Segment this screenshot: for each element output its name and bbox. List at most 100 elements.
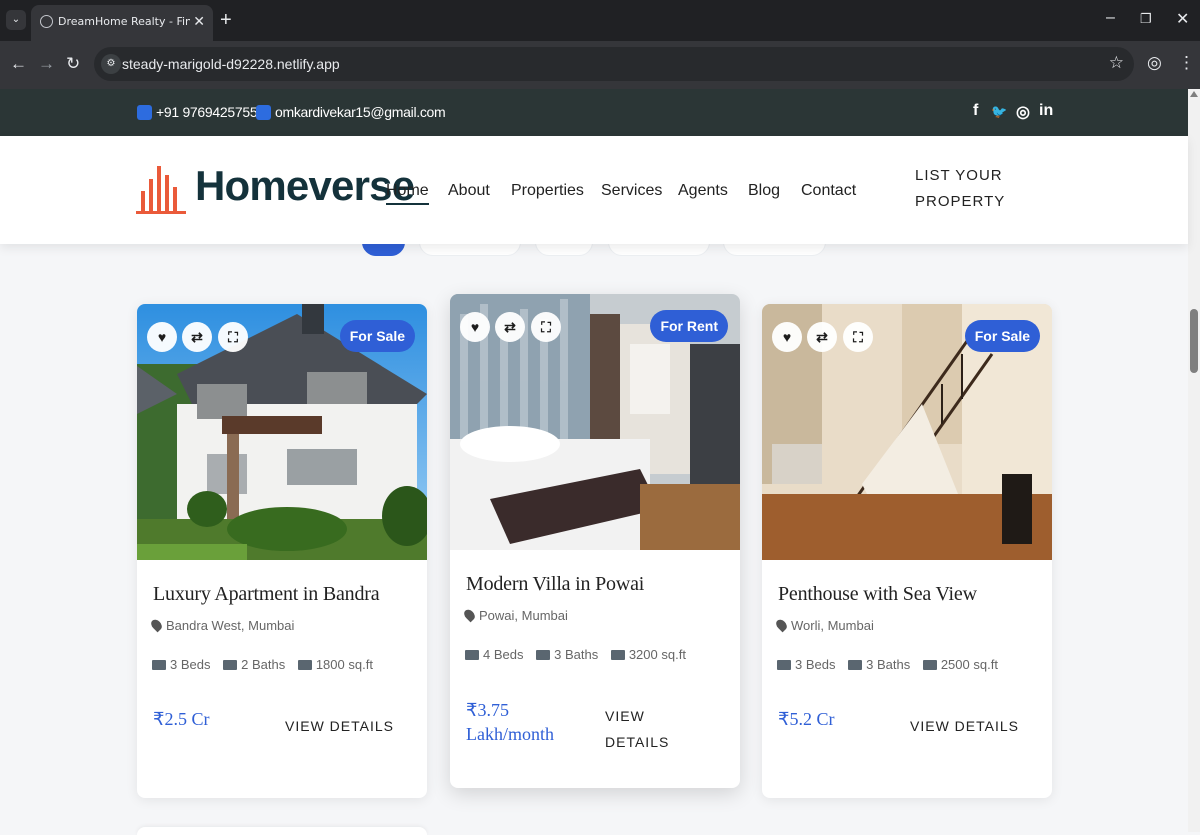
area-size: 1800 sq.ft (315, 657, 373, 672)
property-price: ₹3.75 Lakh/month (466, 698, 554, 746)
property-features: 4 Beds 3 Baths 3200 sq.ft (465, 647, 686, 662)
area-icon (297, 660, 312, 670)
tab-search-icon[interactable]: ⌄ (6, 10, 26, 30)
price-main: ₹3.75 (466, 700, 509, 720)
minimize-icon[interactable]: – (1106, 9, 1115, 27)
forward-icon[interactable]: → (38, 54, 55, 74)
expand-fullscreen-icon[interactable]: ⛶ (218, 322, 248, 352)
globe-icon (40, 15, 53, 28)
favorite-heart-icon[interactable]: ♥ (460, 312, 490, 342)
area-size: 3200 sq.ft (628, 647, 686, 662)
property-card[interactable]: ♥ ⇄ ⛶ For Sale Luxury Apartment in Bandr… (137, 304, 427, 798)
compare-arrows-icon[interactable]: ⇄ (182, 322, 212, 352)
property-features: 3 Beds 3 Baths 2500 sq.ft (777, 657, 998, 672)
nav-services[interactable]: Services (601, 182, 662, 200)
property-title[interactable]: Modern Villa in Powai (466, 573, 644, 596)
browser-tab[interactable]: DreamHome Realty - Find Your ✕ (31, 5, 213, 41)
nav-agents[interactable]: Agents (678, 182, 728, 200)
nav-properties[interactable]: Properties (511, 182, 584, 200)
favorite-heart-icon[interactable]: ♥ (772, 322, 802, 352)
property-price: ₹2.5 Cr (153, 707, 209, 731)
location-text: Powai, Mumbai (479, 608, 568, 623)
view-details-line-1: VIEW DETAILS (910, 718, 1019, 734)
page-scrollbar[interactable] (1188, 89, 1200, 832)
phone-link[interactable]: +91 9769425755 (137, 104, 258, 120)
new-tab-icon[interactable]: + (220, 9, 232, 32)
site-logo[interactable]: Homeverse (195, 162, 415, 210)
price-main: ₹2.5 Cr (153, 709, 210, 729)
nav-about[interactable]: About (448, 182, 490, 200)
site-info-icon[interactable]: ⚙ (101, 54, 121, 74)
property-card[interactable] (137, 827, 427, 835)
tab-close-icon[interactable]: ✕ (193, 13, 205, 30)
location-text: Bandra West, Mumbai (166, 618, 295, 633)
bookmark-star-icon[interactable]: ☆ (1109, 53, 1124, 73)
area-icon (922, 660, 937, 670)
view-details-line-2: DETAILS (605, 734, 670, 750)
phone-number: +91 9769425755 (156, 104, 258, 120)
property-location: Worli, Mumbai (774, 617, 874, 633)
beds-count: 4 Beds (483, 647, 524, 662)
property-features: 3 Beds 2 Baths 1800 sq.ft (152, 657, 373, 672)
beds-count: 3 Beds (795, 657, 836, 672)
baths-count: 3 Baths (866, 657, 911, 672)
property-card[interactable]: ♥ ⇄ ⛶ For Rent Modern Villa in Powai Pow… (450, 294, 740, 788)
property-title[interactable]: Penthouse with Sea View (778, 583, 977, 606)
email-link[interactable]: omkardivekar15@gmail.com (256, 104, 446, 120)
compare-arrows-icon[interactable]: ⇄ (807, 322, 837, 352)
site-header: Homeverse Home About Properties Services… (0, 136, 1188, 244)
reload-icon[interactable]: ↻ (66, 54, 80, 74)
address-bar[interactable]: ⚙ steady-marigold-d92228.netlify.app ☆ (94, 47, 1134, 81)
property-location: Powai, Mumbai (462, 607, 568, 623)
instagram-icon[interactable]: ◎ (1016, 102, 1030, 122)
expand-fullscreen-icon[interactable]: ⛶ (531, 312, 561, 342)
area-size: 2500 sq.ft (940, 657, 998, 672)
favorite-heart-icon[interactable]: ♥ (147, 322, 177, 352)
scrollbar-thumb[interactable] (1190, 309, 1198, 373)
list-property-button[interactable]: LIST YOUR PROPERTY (915, 163, 1025, 215)
nav-home[interactable]: Home (386, 182, 429, 205)
menu-kebab-icon[interactable]: ⋮ (1178, 53, 1195, 73)
view-details-button[interactable]: VIEW DETAILS (605, 703, 669, 755)
property-photo[interactable]: ♥ ⇄ ⛶ For Sale (762, 304, 1052, 560)
close-window-icon[interactable]: ✕ (1176, 9, 1189, 29)
property-location: Bandra West, Mumbai (149, 617, 295, 633)
browser-tab-strip: ⌄ DreamHome Realty - Find Your ✕ + – ❐ ✕ (0, 0, 1200, 41)
listing-status-badge: For Sale (339, 320, 415, 352)
property-price: ₹5.2 Cr (778, 707, 834, 731)
baths-count: 2 Baths (241, 657, 286, 672)
cta-line-2: PROPERTY (915, 193, 1006, 210)
profile-icon[interactable]: ◎ (1147, 53, 1162, 73)
location-pin-icon (149, 617, 164, 633)
property-card[interactable]: ♥ ⇄ ⛶ For Sale Penthouse with Sea View W… (762, 304, 1052, 798)
location-pin-icon (462, 607, 477, 623)
bath-icon (848, 660, 863, 670)
email-address: omkardivekar15@gmail.com (275, 104, 446, 120)
listing-status-badge: For Sale (964, 320, 1040, 352)
compare-arrows-icon[interactable]: ⇄ (495, 312, 525, 342)
nav-blog[interactable]: Blog (748, 182, 780, 200)
bath-icon (223, 660, 238, 670)
scroll-up-arrow-icon[interactable] (1190, 91, 1198, 97)
view-details-button[interactable]: VIEW DETAILS (285, 713, 394, 739)
facebook-icon[interactable]: f (973, 102, 978, 120)
mail-icon (256, 105, 271, 120)
restore-icon[interactable]: ❐ (1140, 11, 1152, 27)
property-photo[interactable]: ♥ ⇄ ⛶ For Sale (137, 304, 427, 560)
property-title[interactable]: Luxury Apartment in Bandra (153, 583, 380, 606)
expand-fullscreen-icon[interactable]: ⛶ (843, 322, 873, 352)
twitter-icon[interactable]: 🐦 (991, 104, 1007, 120)
property-photo[interactable]: ♥ ⇄ ⛶ For Rent (450, 294, 740, 550)
location-text: Worli, Mumbai (791, 618, 874, 633)
linkedin-icon[interactable]: in (1039, 102, 1053, 120)
phone-icon (137, 105, 152, 120)
area-icon (610, 650, 625, 660)
price-main: ₹5.2 Cr (778, 709, 835, 729)
bed-icon (152, 660, 166, 670)
nav-contact[interactable]: Contact (801, 182, 856, 200)
bed-icon (465, 650, 479, 660)
url-text[interactable]: steady-marigold-d92228.netlify.app (122, 56, 340, 72)
back-icon[interactable]: ← (10, 54, 27, 74)
view-details-button[interactable]: VIEW DETAILS (910, 713, 1019, 739)
logo-building-icon (136, 166, 186, 214)
